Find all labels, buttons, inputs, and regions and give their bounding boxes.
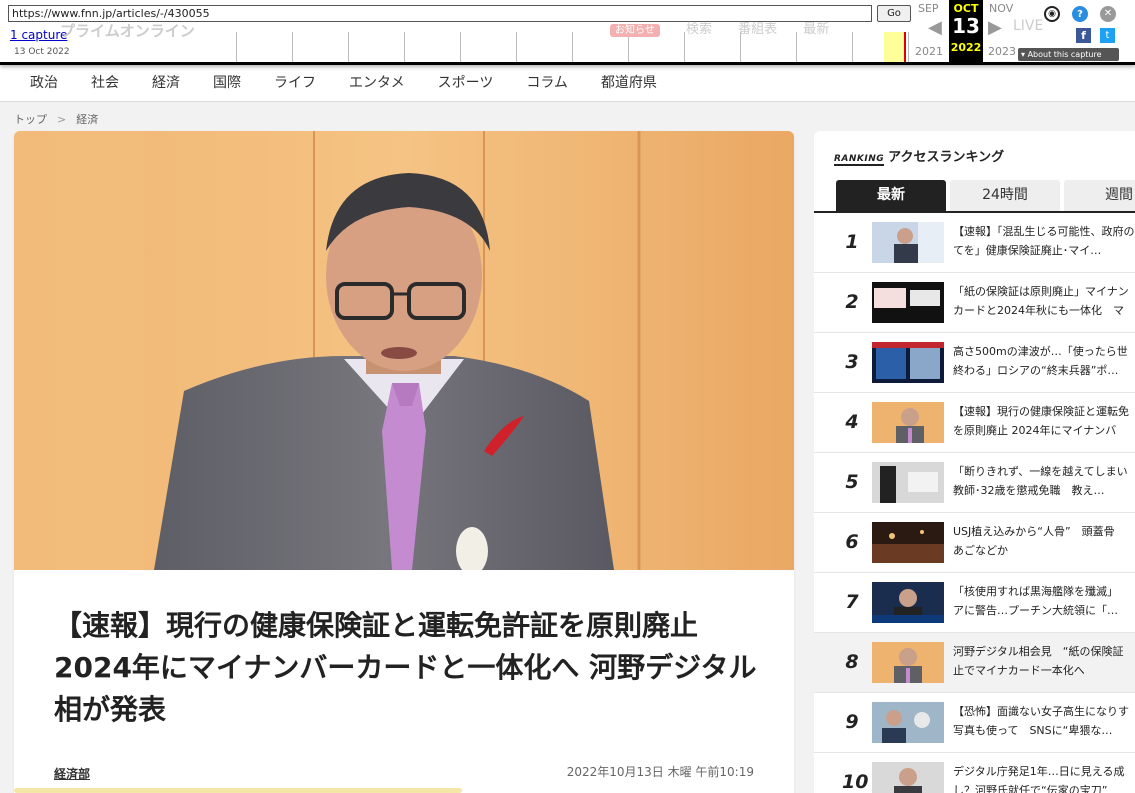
article-published-date: 2022年10月13日 木曜 午前10:19 [566,765,754,779]
ranking-number: 2 [845,291,859,313]
wayback-live-label: LIVE [1013,18,1044,34]
ranking-title[interactable]: 「紙の保険証は原則廃止」マイナン カードと2024年秋にも一体化 マ [953,282,1135,320]
site-logo[interactable]: プライムオンライン [60,20,195,41]
ranking-number: 1 [845,231,859,253]
ranking-item[interactable]: 4 【速報】現行の健康保険証と運転免 を原則廃止 2024年にマイナンバ [814,393,1135,453]
article-author[interactable]: 経済部 [54,765,90,782]
wayback-timeline-marker [904,32,906,62]
ranking-title[interactable]: 高さ500mの津波が…「使ったら世 終わる」ロシアの“終末兵器”ポ… [953,342,1135,380]
ranking-list: 1 【速報】「混乱生じる可能性、政府の てを」健康保険証廃止･マイ… 2 「紙の… [814,213,1135,793]
ranking-item[interactable]: 10 デジタル庁発足1年…日に見える成 し？河野氏就任で“伝家の宝刀” [814,753,1135,793]
nav-item-sports[interactable]: スポーツ [438,65,494,101]
wayback-current-year: 2022 [950,41,982,54]
article-bottom-accent [14,788,462,793]
wayback-next-arrow-icon[interactable]: ▶ [988,17,1002,38]
ranking-title[interactable]: 河野デジタル相会見 “紙の保険証 止でマイナカード一本化へ [953,642,1135,680]
article-headline: 【速報】現行の健康保険証と運転免許証を原則廃止 2024年にマイナンバーカードと… [54,609,757,726]
wayback-go-button[interactable]: Go [877,5,911,22]
breadcrumb-home[interactable]: トップ [14,113,47,126]
ranking-item[interactable]: 8 河野デジタル相会見 “紙の保険証 止でマイナカード一本化へ [814,633,1135,693]
category-nav: 政治 社会 経済 国際 ライフ エンタメ スポーツ コラム 都道府県 [0,65,1135,102]
hero-photo [14,131,794,570]
nav-item-prefectures[interactable]: 都道府県 [601,65,657,101]
ranking-number: 4 [845,411,859,433]
ranking-title[interactable]: デジタル庁発足1年…日に見える成 し？河野氏就任で“伝家の宝刀” [953,762,1135,793]
ranking-number: 5 [845,471,859,493]
header-link-latest[interactable]: 最新 [803,22,829,37]
nav-item-politics[interactable]: 政治 [30,65,58,101]
ranking-title[interactable]: 【速報】「混乱生じる可能性、政府の てを」健康保険証廃止･マイ… [953,222,1135,260]
header-link-search[interactable]: 検索 [686,22,712,37]
nav-item-economy[interactable]: 経済 [152,65,180,101]
ranking-title[interactable]: 「断りきれず、一線を越えてしまい 教師･32歳を懲戒免職 教え… [953,462,1135,500]
ranking-item[interactable]: 5 「断りきれず、一線を越えてしまい 教師･32歳を懲戒免職 教え… [814,453,1135,513]
ranking-thumbnail[interactable] [872,402,944,443]
twitter-icon[interactable]: t [1100,28,1115,43]
tab-latest[interactable]: 最新 [836,180,946,211]
ranking-title[interactable]: 【恐怖】面識ない女子高生になりす 写真も使って SNSに“卑猥な… [953,702,1135,740]
wayback-captures-link[interactable]: 1 capture [10,28,67,42]
close-icon[interactable]: ✕ [1100,6,1116,22]
nav-item-column[interactable]: コラム [526,65,568,101]
ranking-thumbnail[interactable] [872,462,944,503]
article-hero-image [14,131,794,570]
ranking-thumbnail[interactable] [872,222,944,263]
ranking-number: 7 [845,591,859,613]
ranking-item[interactable]: 3 高さ500mの津波が…「使ったら世 終わる」ロシアの“終末兵器”ポ… [814,333,1135,393]
wayback-next-year: 2023 [988,45,1016,58]
facebook-icon[interactable]: f [1076,28,1091,43]
wayback-next-month[interactable]: NOV [989,2,1013,15]
ranking-title[interactable]: 「核使用すれば黒海艦隊を殲滅」 アに警告…プーチン大統領に「… [953,582,1135,620]
ranking-header: RANKING アクセスランキング [834,146,1005,166]
ranking-number: 8 [845,651,859,673]
nav-item-international[interactable]: 国際 [213,65,241,101]
site-header-links: お知らせ 検索 番組表 最新 [610,18,851,37]
help-icon[interactable]: ? [1072,6,1088,22]
nav-item-society[interactable]: 社会 [91,65,119,101]
tab-24h[interactable]: 24時間 [950,180,1060,211]
header-link-schedule[interactable]: 番組表 [738,22,777,37]
nav-item-entertainment[interactable]: エンタメ [349,65,405,101]
ranking-thumbnail[interactable] [872,762,944,793]
ranking-number: 6 [845,531,859,553]
wayback-timeline-highlight [884,32,906,62]
ranking-title: アクセスランキング [888,150,1005,165]
breadcrumb-current[interactable]: 経済 [76,113,98,126]
user-icon[interactable]: ◉ [1044,6,1060,22]
ranking-item[interactable]: 1 【速報】「混乱生じる可能性、政府の てを」健康保険証廃止･マイ… [814,213,1135,273]
wayback-about-capture-button[interactable]: ▾ About this capture [1018,48,1119,61]
nav-item-life[interactable]: ライフ [274,65,316,101]
tab-weekly[interactable]: 週間 [1064,180,1135,211]
ranking-title[interactable]: 【速報】現行の健康保険証と運転免 を原則廃止 2024年にマイナンバ [953,402,1135,440]
ranking-thumbnail[interactable] [872,282,944,323]
wayback-prev-arrow-icon[interactable]: ◀ [928,17,942,38]
ranking-thumbnail[interactable] [872,582,944,623]
ranking-thumbnail[interactable] [872,342,944,383]
ranking-thumbnail[interactable] [872,522,944,563]
ranking-number: 10 [842,771,869,793]
breadcrumb-separator: > [57,113,67,126]
wayback-about-label: About this capture [1027,50,1102,59]
ranking-item[interactable]: 7 「核使用すれば黒海艦隊を殲滅」 アに警告…プーチン大統領に「… [814,573,1135,633]
ranking-number: 9 [845,711,859,733]
ranking-item[interactable]: 2 「紙の保険証は原則廃止」マイナン カードと2024年秋にも一体化 マ [814,273,1135,333]
access-ranking: RANKING アクセスランキング 最新 24時間 週間 1 【速報】「混乱生じる… [814,131,1135,793]
ranking-tag: RANKING [834,154,885,166]
ranking-item[interactable]: 6 USJ植え込みから“人骨” 頭蓋骨 あごなどか [814,513,1135,573]
wayback-current-day: 13 [952,14,980,38]
ranking-item[interactable]: 9 【恐怖】面識ない女子高生になりす 写真も使って SNSに“卑猥な… [814,693,1135,753]
breadcrumb: トップ > 経済 [14,111,98,127]
article-card: 【速報】現行の健康保険証と運転免許証を原則廃止 2024年にマイナンバーカードと… [14,131,794,793]
wayback-capture-date: 13 Oct 2022 [14,47,70,57]
wayback-current-date: OCT 13 2022 [949,0,983,62]
ranking-number: 3 [845,351,859,373]
ranking-title[interactable]: USJ植え込みから“人骨” 頭蓋骨 あごなどか [953,522,1135,560]
notice-badge[interactable]: お知らせ [610,24,660,37]
wayback-prev-month[interactable]: SEP [918,2,939,15]
ranking-thumbnail[interactable] [872,642,944,683]
ranking-tabs: 最新 24時間 週間 [836,180,1135,211]
wayback-prev-year: 2021 [915,45,943,58]
ranking-thumbnail[interactable] [872,702,944,743]
